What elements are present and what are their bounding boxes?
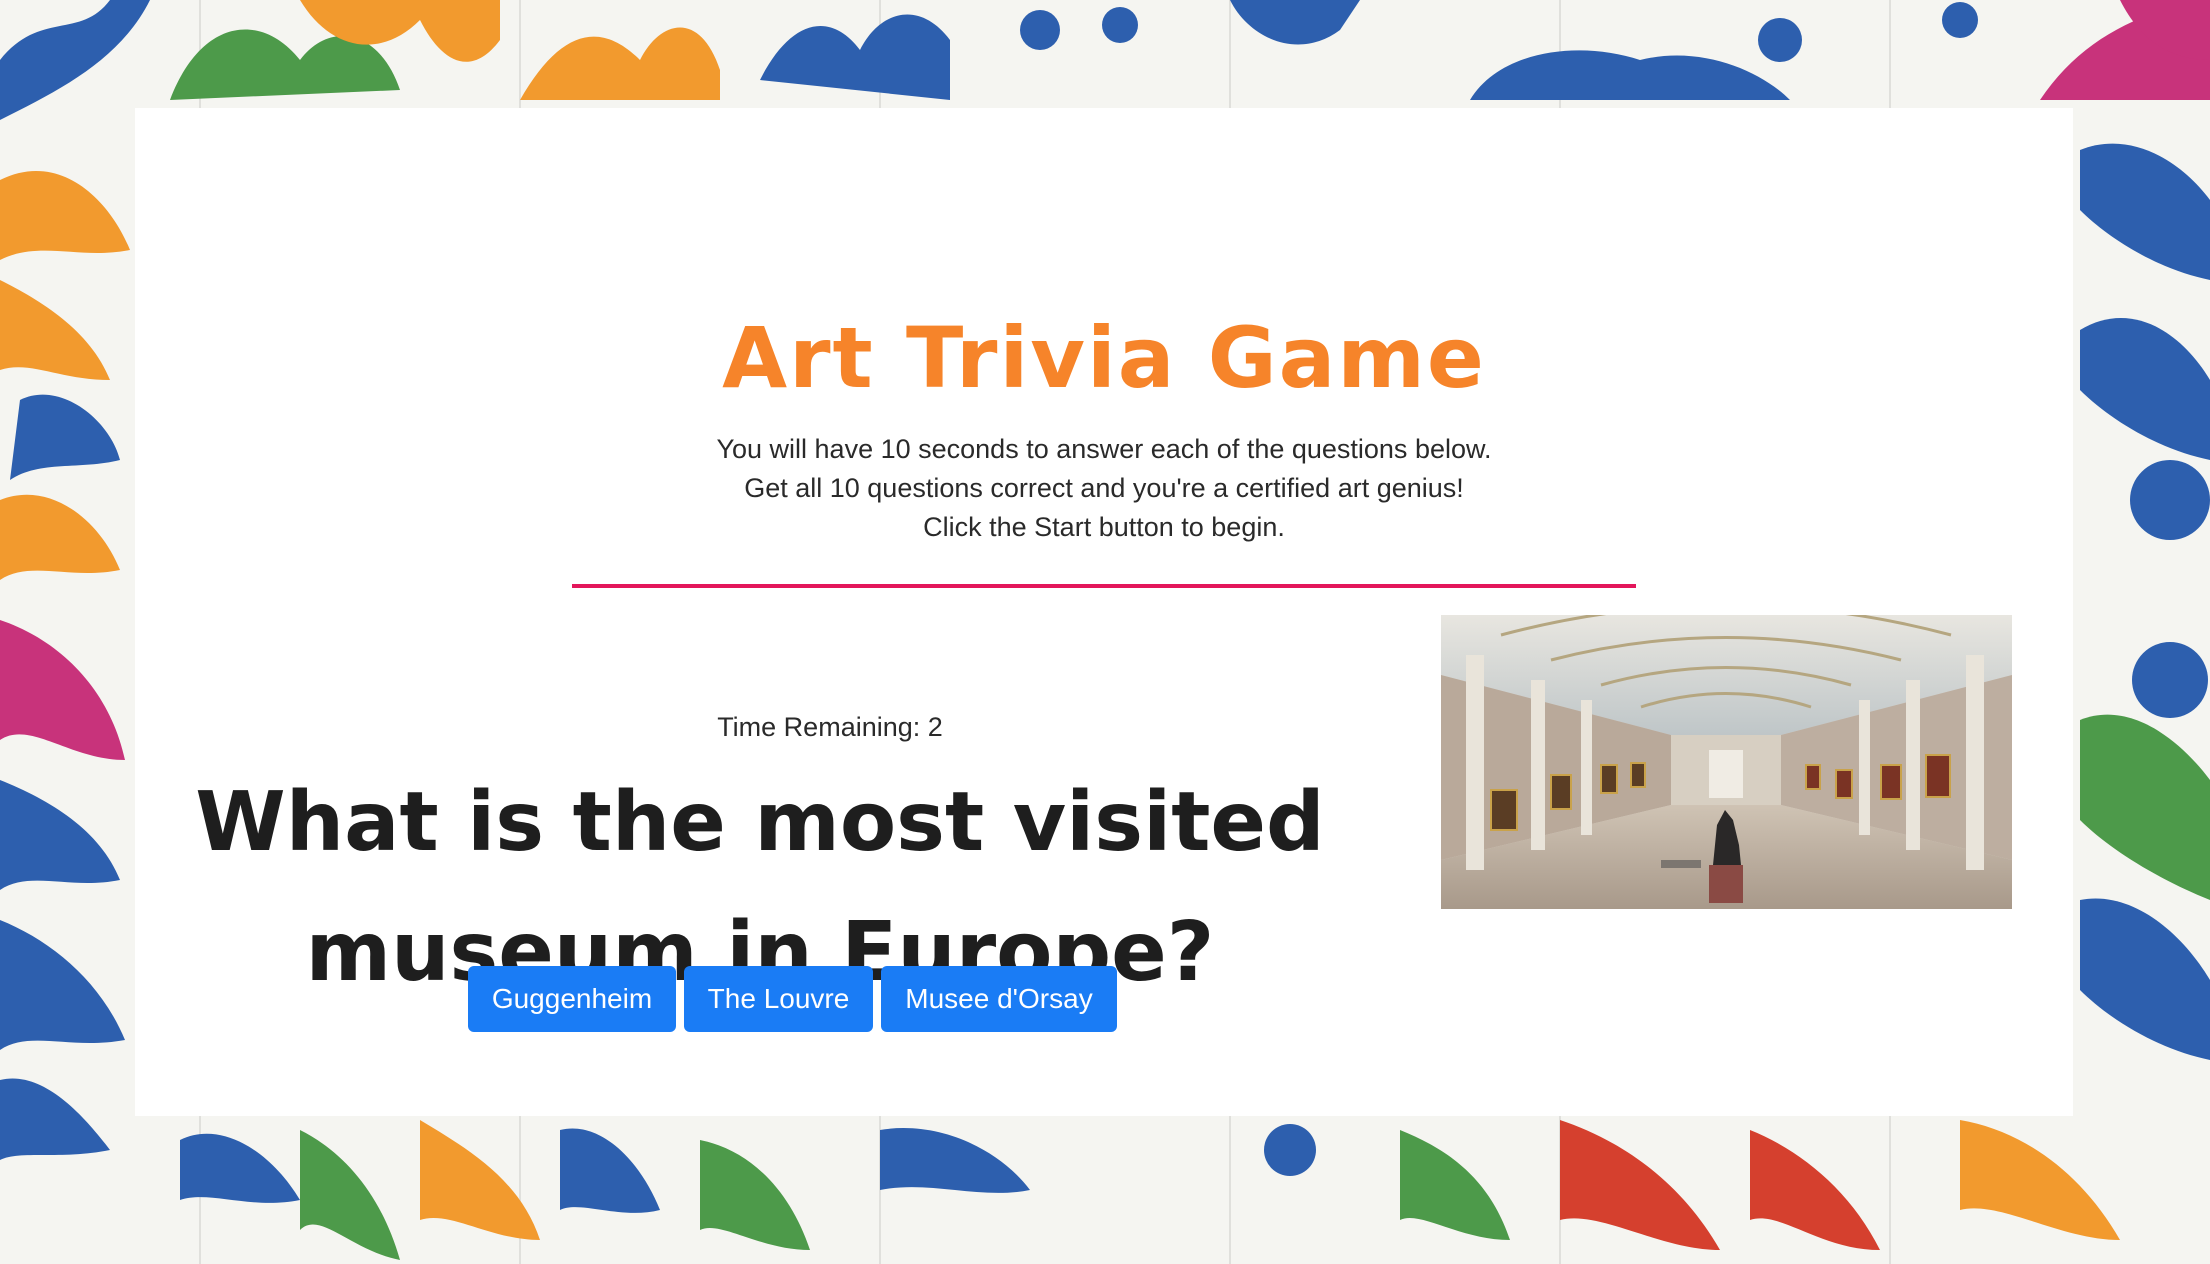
instruction-line: Click the Start button to begin.: [923, 512, 1285, 542]
instruction-line: Get all 10 questions correct and you're …: [744, 473, 1464, 503]
answer-buttons: Guggenheim The Louvre Musee d'Orsay: [468, 966, 1117, 1032]
main-card: Art Trivia Game You will have 10 seconds…: [135, 108, 2073, 1116]
divider-line: [572, 584, 1636, 588]
answer-button-orsay[interactable]: Musee d'Orsay: [881, 966, 1117, 1032]
answer-button-guggenheim[interactable]: Guggenheim: [468, 966, 676, 1032]
timer: Time Remaining: 2: [555, 709, 1105, 745]
timer-label: Time Remaining:: [717, 712, 921, 742]
answer-button-louvre[interactable]: The Louvre: [684, 966, 873, 1032]
instructions: You will have 10 seconds to answer each …: [135, 430, 2073, 547]
instruction-line: You will have 10 seconds to answer each …: [716, 434, 1492, 464]
page-title: Art Trivia Game: [722, 309, 1486, 407]
museum-gallery-image: [1441, 615, 2012, 909]
timer-value: 2: [927, 712, 943, 742]
